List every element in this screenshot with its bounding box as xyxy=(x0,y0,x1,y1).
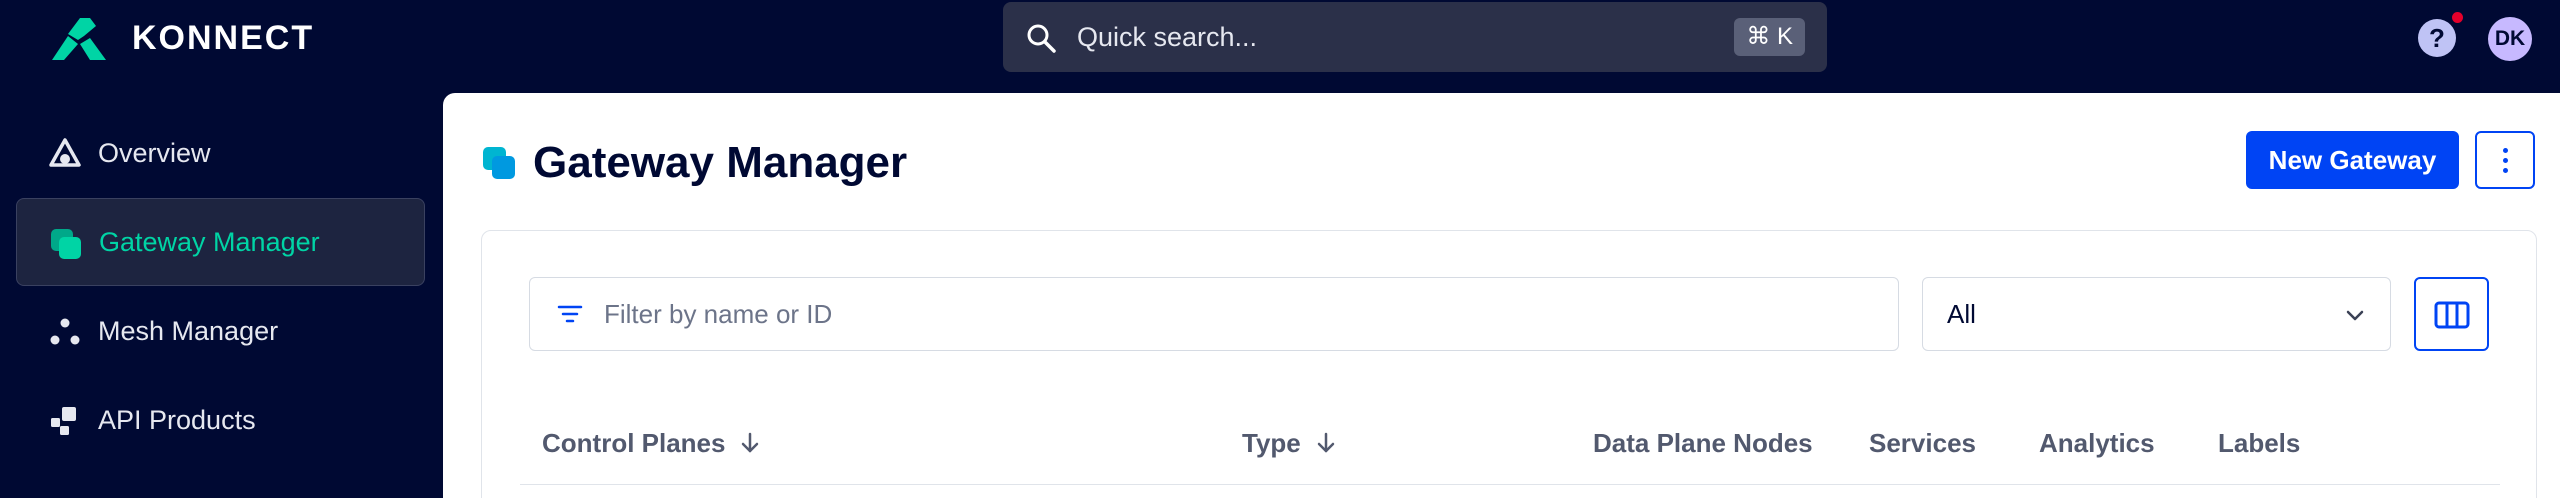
kebab-menu-icon xyxy=(2503,148,2508,153)
kebab-dot xyxy=(2503,158,2508,163)
konnect-logo[interactable]: KONNECT xyxy=(50,14,314,62)
column-header-services: Services xyxy=(1869,401,1976,485)
more-actions-button[interactable] xyxy=(2475,131,2535,189)
search-placeholder: Quick search... xyxy=(1077,22,1258,52)
mesh-icon xyxy=(50,318,80,345)
sidebar-item-gateway-manager[interactable]: Gateway Manager xyxy=(16,198,425,286)
column-visibility-button[interactable] xyxy=(2414,277,2489,351)
notification-dot xyxy=(2452,12,2463,23)
quick-search[interactable]: Quick search... ⌘ K xyxy=(1003,2,1827,72)
kong-logo-icon xyxy=(52,18,106,60)
column-header-type[interactable]: Type xyxy=(1242,401,1337,485)
kebab-dot xyxy=(2503,168,2508,173)
sidebar-item-overview[interactable]: Overview xyxy=(16,109,425,197)
column-header-label: Control Planes xyxy=(542,428,726,458)
top-bar: KONNECT Quick search... ⌘ K ? DK xyxy=(0,0,2560,93)
column-header-label: Services xyxy=(1869,428,1976,458)
sidebar-item-label: Mesh Manager xyxy=(98,315,279,346)
filter-placeholder: Filter by name or ID xyxy=(604,299,833,329)
api-products-icon xyxy=(51,407,76,435)
column-header-labels: Labels xyxy=(2218,401,2300,485)
logo-text: KONNECT xyxy=(132,18,315,57)
user-avatar[interactable]: DK xyxy=(2488,17,2532,61)
sidebar-item-label: Gateway Manager xyxy=(99,226,320,257)
sort-arrow-down-icon xyxy=(742,432,759,453)
sort-arrow-down-icon xyxy=(1317,432,1335,453)
sidebar-item-api-products[interactable]: API Products xyxy=(16,376,425,464)
control-planes-card: Filter by name or ID All Control Planes xyxy=(481,230,2537,498)
help-icon[interactable]: ? xyxy=(2418,19,2456,57)
sidebar-item-mesh-manager[interactable]: Mesh Manager xyxy=(16,287,425,375)
sidebar: Overview Gateway Manager Mesh Manager AP… xyxy=(0,93,443,498)
column-header-analytics: Analytics xyxy=(2039,401,2155,485)
column-header-control-planes[interactable]: Control Planes xyxy=(542,401,761,485)
sidebar-item-label: Overview xyxy=(98,137,211,168)
overview-icon xyxy=(49,138,81,167)
page-header: Gateway Manager xyxy=(481,133,907,193)
column-header-label: Analytics xyxy=(2039,428,2155,458)
column-header-label: Labels xyxy=(2218,428,2301,458)
new-gateway-button[interactable]: New Gateway xyxy=(2246,131,2459,189)
column-header-label: Data Plane Nodes xyxy=(1593,428,1813,458)
columns-icon xyxy=(2434,301,2470,329)
filter-icon xyxy=(557,305,583,323)
type-select[interactable]: All xyxy=(1922,277,2391,351)
main-panel: Gateway Manager New Gateway Filter by na… xyxy=(443,93,2560,498)
type-select-value: All xyxy=(1947,299,1976,329)
gateway-icon xyxy=(51,229,81,259)
gateway-icon xyxy=(483,147,515,179)
filter-input[interactable]: Filter by name or ID xyxy=(529,277,1899,351)
page-title: Gateway Manager xyxy=(533,138,908,187)
table-header: Control Planes Type Data Plane Nodes Ser… xyxy=(520,401,2500,485)
sidebar-item-label: API Products xyxy=(98,404,256,435)
search-icon xyxy=(1027,24,1056,53)
column-header-data-plane-nodes: Data Plane Nodes xyxy=(1593,401,1813,485)
column-header-label: Type xyxy=(1242,428,1301,458)
search-shortcut-badge: ⌘ K xyxy=(1734,18,1805,56)
chevron-down-icon xyxy=(2346,310,2364,321)
